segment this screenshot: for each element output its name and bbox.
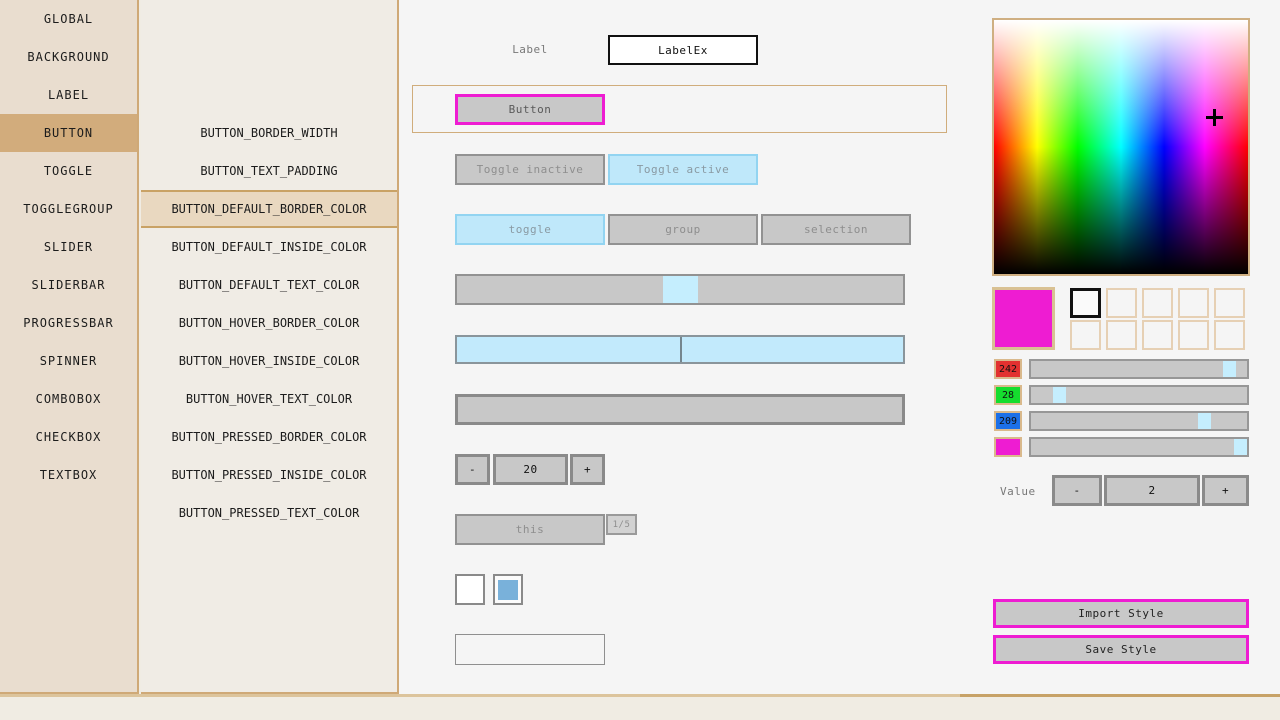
checkbox-unchecked-preview[interactable]	[455, 574, 485, 605]
spinner-plus-button[interactable]: +	[570, 454, 605, 485]
color-picker-field[interactable]	[992, 18, 1250, 276]
green-channel-slider[interactable]	[1029, 385, 1249, 405]
palette-slot[interactable]	[1214, 288, 1245, 318]
picker-crosshair-icon	[1206, 109, 1223, 126]
blue-slider-handle[interactable]	[1198, 413, 1212, 429]
slider-preview[interactable]	[455, 274, 905, 305]
blue-channel-slider[interactable]	[1029, 411, 1249, 431]
sidebar-item-togglegroup[interactable]: TOGGLEGROUP	[0, 190, 137, 228]
checkbox-check-mark	[498, 579, 518, 600]
green-channel-value: 28	[994, 385, 1022, 405]
togglegroup-group-preview[interactable]: group	[608, 214, 758, 245]
sidebar-item-sliderbar[interactable]: SLIDERBAR	[0, 266, 137, 304]
spinner-value[interactable]: 20	[493, 454, 568, 485]
spinner-minus-button[interactable]: -	[455, 454, 490, 485]
property-list: BUTTON_BORDER_WIDTH BUTTON_TEXT_PADDING …	[141, 0, 399, 694]
palette-slot[interactable]	[1106, 320, 1137, 350]
palette-slot[interactable]	[1070, 288, 1101, 318]
style-editor-window: GLOBAL BACKGROUND LABEL BUTTON TOGGLE TO…	[0, 0, 1280, 720]
blue-channel-value: 209	[994, 411, 1022, 431]
property-item-default-inside-color[interactable]: BUTTON_DEFAULT_INSIDE_COLOR	[141, 228, 397, 266]
palette-slot[interactable]	[1106, 288, 1137, 318]
palette-slot[interactable]	[1070, 320, 1101, 350]
sidebar-item-button[interactable]: BUTTON	[0, 114, 137, 152]
textbox-preview[interactable]	[455, 634, 605, 665]
sidebar-item-toggle[interactable]: TOGGLE	[0, 152, 137, 190]
alpha-channel-slider[interactable]	[1029, 437, 1249, 457]
value-label: Value	[1000, 485, 1036, 498]
value-spinner-value[interactable]: 2	[1104, 475, 1200, 506]
widget-category-sidebar: GLOBAL BACKGROUND LABEL BUTTON TOGGLE TO…	[0, 0, 139, 694]
slider-handle[interactable]	[662, 276, 698, 303]
alpha-slider-handle[interactable]	[1234, 439, 1247, 455]
property-item-hover-border-color[interactable]: BUTTON_HOVER_BORDER_COLOR	[141, 304, 397, 342]
green-slider-handle[interactable]	[1052, 387, 1066, 403]
property-item-pressed-inside-color[interactable]: BUTTON_PRESSED_INSIDE_COLOR	[141, 456, 397, 494]
sliderbar-divider[interactable]	[680, 337, 682, 362]
sidebar-item-progressbar[interactable]: PROGRESSBAR	[0, 304, 137, 342]
value-minus-button[interactable]: -	[1052, 475, 1102, 506]
alpha-channel-value	[994, 437, 1022, 457]
label-preview: Label	[512, 43, 548, 56]
label-textbox-preview[interactable]: LabelEx	[608, 35, 758, 65]
sidebar-item-global[interactable]: GLOBAL	[0, 0, 137, 38]
toggle-inactive-preview[interactable]: Toggle inactive	[455, 154, 605, 185]
palette-slot[interactable]	[1214, 320, 1245, 350]
red-channel-value: 242	[994, 359, 1022, 379]
checkbox-checked-preview[interactable]	[493, 574, 523, 605]
sidebar-item-checkbox[interactable]: CHECKBOX	[0, 418, 137, 456]
togglegroup-toggle-preview[interactable]: toggle	[455, 214, 605, 245]
property-item-hover-inside-color[interactable]: BUTTON_HOVER_INSIDE_COLOR	[141, 342, 397, 380]
property-item-hover-text-color[interactable]: BUTTON_HOVER_TEXT_COLOR	[141, 380, 397, 418]
current-color-swatch	[992, 287, 1055, 350]
bottom-divider-right	[960, 694, 1280, 697]
toggle-active-preview[interactable]: Toggle active	[608, 154, 758, 185]
save-style-button[interactable]: Save Style	[993, 635, 1249, 664]
sidebar-item-label[interactable]: LABEL	[0, 76, 137, 114]
sidebar-item-spinner[interactable]: SPINNER	[0, 342, 137, 380]
progressbar-preview	[455, 394, 905, 425]
sidebar-item-textbox[interactable]: TEXTBOX	[0, 456, 137, 494]
property-item-pressed-text-color[interactable]: BUTTON_PRESSED_TEXT_COLOR	[141, 494, 397, 532]
togglegroup-selection-preview[interactable]: selection	[761, 214, 911, 245]
combobox-page-badge: 1/5	[606, 514, 637, 535]
sidebar-item-background[interactable]: BACKGROUND	[0, 38, 137, 76]
palette-slot[interactable]	[1142, 320, 1173, 350]
red-channel-slider[interactable]	[1029, 359, 1249, 379]
combobox-preview[interactable]: this	[455, 514, 605, 545]
property-item-text-padding[interactable]: BUTTON_TEXT_PADDING	[141, 152, 397, 190]
import-style-button[interactable]: Import Style	[993, 599, 1249, 628]
sliderbar-preview[interactable]	[455, 335, 905, 364]
property-item-border-width[interactable]: BUTTON_BORDER_WIDTH	[141, 114, 397, 152]
palette-slot[interactable]	[1178, 320, 1209, 350]
property-item-default-text-color[interactable]: BUTTON_DEFAULT_TEXT_COLOR	[141, 266, 397, 304]
palette-slot[interactable]	[1142, 288, 1173, 318]
property-item-default-border-color[interactable]: BUTTON_DEFAULT_BORDER_COLOR	[141, 190, 397, 228]
property-item-pressed-border-color[interactable]: BUTTON_PRESSED_BORDER_COLOR	[141, 418, 397, 456]
button-preview[interactable]: Button	[455, 94, 605, 125]
sidebar-item-combobox[interactable]: COMBOBOX	[0, 380, 137, 418]
red-slider-handle[interactable]	[1223, 361, 1237, 377]
sidebar-item-slider[interactable]: SLIDER	[0, 228, 137, 266]
palette-slot[interactable]	[1178, 288, 1209, 318]
value-plus-button[interactable]: +	[1202, 475, 1249, 506]
